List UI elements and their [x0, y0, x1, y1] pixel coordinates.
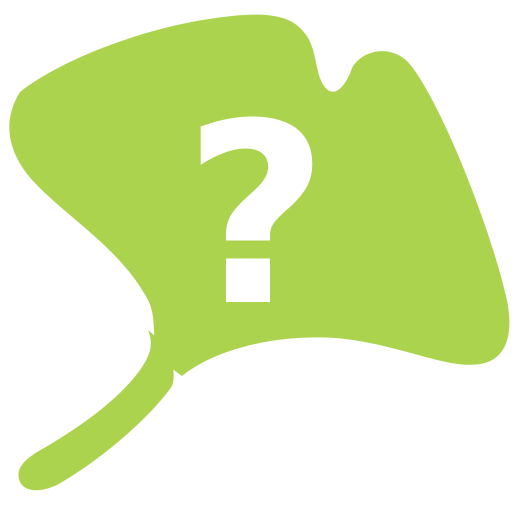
question-mark-symbol: ? [183, 70, 328, 361]
ginkgo-leaf-question-icon: ? [9, 14, 510, 491]
logo-canvas: ? [0, 0, 512, 512]
leaf-stem [18, 330, 174, 491]
